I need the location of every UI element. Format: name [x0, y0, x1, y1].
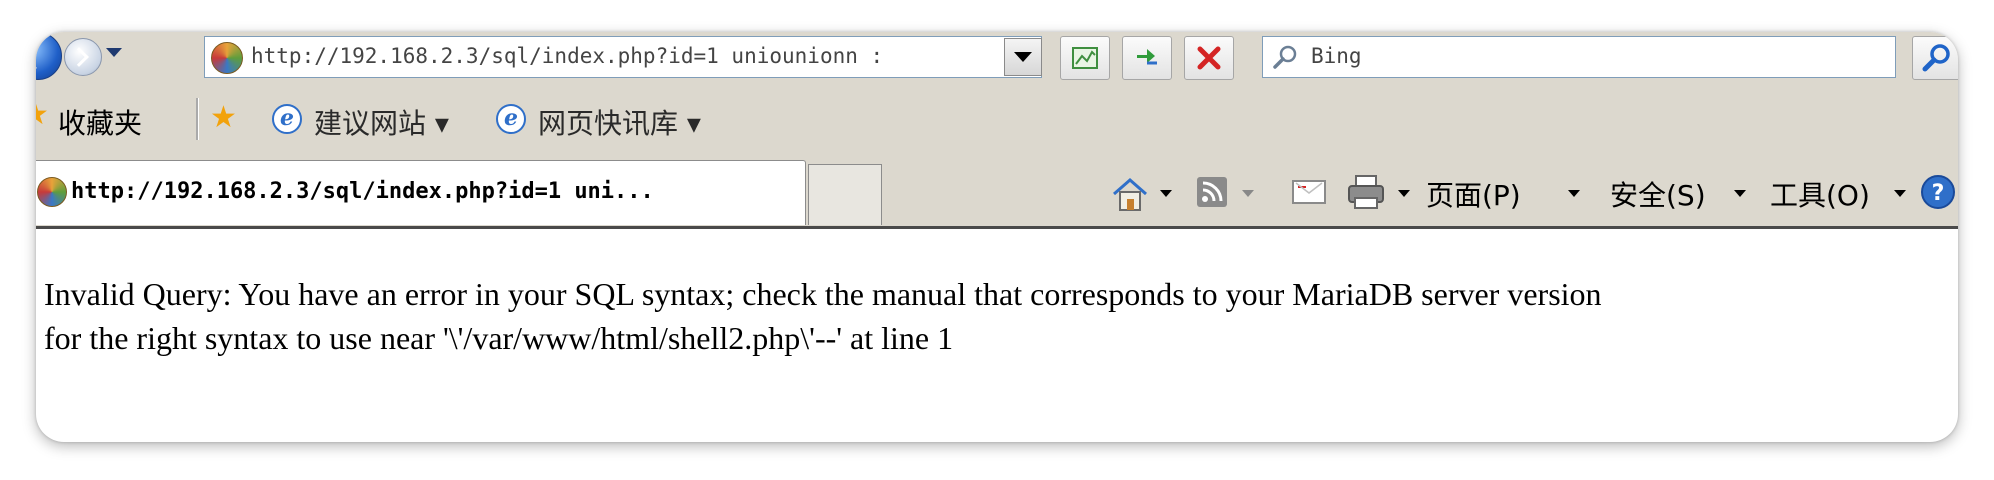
print-dropdown[interactable]: [1398, 190, 1410, 197]
page-menu-caret: [1568, 190, 1580, 197]
web-slice-gallery-link[interactable]: 网页快讯库 ▾: [538, 102, 701, 142]
back-button[interactable]: [36, 32, 62, 80]
tab-title: http://192.168.2.3/sql/index.php?id=1 un…: [71, 179, 654, 204]
safety-menu-caret: [1734, 190, 1746, 197]
chrome-divider: [36, 226, 1958, 229]
svg-text:?: ?: [1932, 181, 1945, 206]
search-button[interactable]: [1912, 36, 1958, 80]
close-icon: [1197, 46, 1221, 70]
compatibility-view-button[interactable]: [1060, 36, 1110, 80]
mail-icon[interactable]: [1292, 178, 1326, 206]
suggested-sites-link[interactable]: 建议网站 ▾: [314, 102, 449, 142]
ie-page-icon: e: [496, 104, 526, 134]
navigation-bar: http://192.168.2.3/sql/index.php?id=1 un…: [36, 32, 1958, 82]
refresh-icon: [1137, 49, 1157, 65]
print-icon[interactable]: [1346, 174, 1386, 210]
browser-window: http://192.168.2.3/sql/index.php?id=1 un…: [36, 32, 1958, 442]
tools-menu[interactable]: 工具(O): [1770, 174, 1870, 214]
favorites-star-icon: ★: [36, 100, 49, 130]
magnifier-icon: [1922, 44, 1950, 72]
active-tab[interactable]: http://192.168.2.3/sql/index.php?id=1 un…: [36, 160, 806, 225]
site-icon: [211, 42, 243, 74]
recent-pages-dropdown[interactable]: [106, 48, 122, 57]
tools-menu-caret: [1894, 190, 1906, 197]
home-dropdown[interactable]: [1160, 190, 1172, 197]
search-input[interactable]: Bing: [1311, 44, 1362, 68]
address-input[interactable]: http://192.168.2.3/sql/index.php?id=1 un…: [251, 44, 1021, 68]
forward-button[interactable]: [64, 38, 102, 76]
new-tab-button[interactable]: [808, 164, 882, 225]
home-icon[interactable]: [1110, 176, 1150, 212]
ie-page-icon: e: [272, 104, 302, 134]
sql-error-line-1: Invalid Query: You have an error in your…: [44, 276, 1602, 312]
tab-row: http://192.168.2.3/sql/index.php?id=1 un…: [36, 154, 1958, 228]
safety-menu[interactable]: 安全(S): [1610, 174, 1706, 214]
address-bar[interactable]: http://192.168.2.3/sql/index.php?id=1 un…: [204, 36, 1042, 78]
page-content: Invalid Query: You have an error in your…: [44, 272, 1924, 360]
search-icon: [1273, 45, 1297, 69]
add-to-favorites-icon[interactable]: ★: [210, 98, 237, 138]
feeds-icon[interactable]: [1196, 176, 1228, 208]
compatibility-view-icon: [1072, 47, 1098, 69]
favorites-divider: [196, 98, 199, 140]
favorites-button[interactable]: 收藏夹: [58, 102, 142, 142]
help-icon[interactable]: ?: [1920, 174, 1956, 210]
site-icon: [37, 177, 67, 207]
search-box[interactable]: Bing: [1262, 36, 1896, 78]
feeds-dropdown[interactable]: [1242, 190, 1254, 197]
address-dropdown-button[interactable]: [1004, 38, 1042, 76]
favorites-bar: ★ 收藏夹 ★ e 建议网站 ▾ e 网页快讯库 ▾: [36, 88, 1958, 150]
page-menu[interactable]: 页面(P): [1426, 174, 1521, 214]
browser-chrome: http://192.168.2.3/sql/index.php?id=1 un…: [36, 32, 1958, 229]
stop-button[interactable]: [1184, 36, 1234, 80]
sql-error-line-2: for the right syntax to use near '\'/var…: [44, 320, 954, 356]
refresh-button[interactable]: [1122, 36, 1172, 80]
